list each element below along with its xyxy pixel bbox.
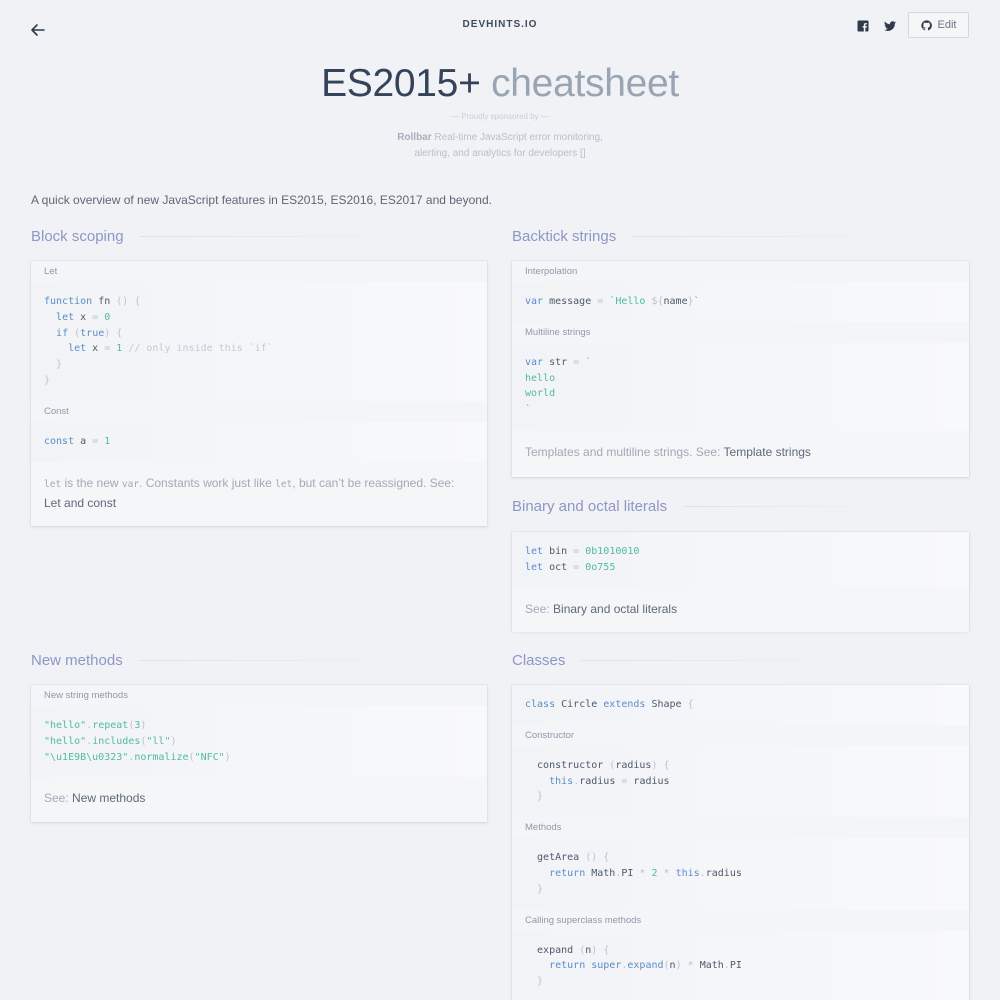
code-block-let: function fn () { let x = 0 if (true) { l… <box>31 282 487 401</box>
subheading-superclass: Calling superclass methods <box>512 909 969 931</box>
note-backtick-strings: Templates and multiline strings. See: Te… <box>512 430 969 475</box>
note-binary-octal: See: Binary and octal literals <box>512 587 969 632</box>
section-heading: Backtick strings <box>512 228 617 245</box>
note-text: See: <box>525 601 554 616</box>
top-bar: DEVHINTS.IO Edit <box>0 0 1000 60</box>
section-heading: Classes <box>512 652 566 669</box>
classes-card: class Circle extends Shape { Constructor… <box>512 685 969 1000</box>
section-divider <box>139 236 410 237</box>
subheading-methods: Methods <box>512 817 969 839</box>
section-heading: New methods <box>31 652 123 669</box>
edit-button-label: Edit <box>937 19 957 31</box>
section-divider <box>683 506 884 507</box>
subheading-let: Let <box>31 261 487 282</box>
note-block-scoping: let is the new var. Constants work just … <box>31 461 487 525</box>
code-block-methods: getArea () { return Math.PI * 2 * this.r… <box>512 838 969 910</box>
inline-code: var <box>121 478 140 490</box>
subheading-constructor: Constructor <box>512 724 969 746</box>
page-title: ES2015+ cheatsheet <box>0 62 1000 106</box>
section-title-backtick-strings: Backtick strings <box>512 228 903 245</box>
subheading-interpolation: Interpolation <box>512 261 969 282</box>
section-divider <box>138 660 409 661</box>
inline-code: let <box>44 478 62 490</box>
page-title-sub: cheatsheet <box>491 62 679 105</box>
code-block-class-decl: class Circle extends Shape { <box>512 685 969 725</box>
page-title-main: ES2015+ <box>321 62 481 105</box>
binary-octal-card: let bin = 0b1010010 let oct = 0o755 See:… <box>512 532 969 632</box>
intro-text: A quick overview of new JavaScript featu… <box>31 193 492 207</box>
link-template-strings[interactable]: Template strings <box>724 445 811 459</box>
code-block-interpolation: var message = `Hello ${name}` <box>512 282 969 322</box>
note-text: . Constants work just like <box>139 475 276 490</box>
site-brand[interactable]: DEVHINTS.IO <box>0 19 1000 30</box>
note-text: is the new <box>61 475 122 490</box>
section-title-classes: Classes <box>512 652 852 669</box>
section-divider <box>581 660 852 661</box>
code-block-binary-octal: let bin = 0b1010010 let oct = 0o755 <box>512 532 969 588</box>
section-heading: Block scoping <box>31 228 124 245</box>
sponsor-name: Rollbar <box>397 132 432 143</box>
section-title-block-scoping: Block scoping <box>31 228 410 245</box>
section-title-new-methods: New methods <box>31 652 409 669</box>
inline-code: let <box>275 478 293 490</box>
backtick-strings-card: Interpolation var message = `Hello ${nam… <box>512 261 969 477</box>
link-let-and-const[interactable]: Let and const <box>44 496 116 510</box>
sponsor-text: Real-time JavaScript error monitoring, a… <box>414 132 603 159</box>
code-block-const: const a = 1 <box>31 421 487 462</box>
code-block-new-methods: "hello".repeat(3) "hello".includes("ll")… <box>31 706 487 778</box>
code-block-constructor: constructor (radius) { this.radius = rad… <box>512 745 969 818</box>
twitter-icon[interactable] <box>882 18 898 34</box>
new-methods-card: New string methods "hello".repeat(3) "he… <box>31 685 487 822</box>
code-block-superclass: expand (n) { return super.expand(n) * Ma… <box>512 930 969 1000</box>
section-title-binary-octal: Binary and octal literals <box>512 498 884 515</box>
link-binary-octal[interactable]: Binary and octal literals <box>553 602 677 616</box>
note-text: , but can’t be reassigned. See: <box>292 475 455 490</box>
sponsor-heading: — Proudly sponsored by — <box>451 112 549 121</box>
note-text: Templates and multiline strings. See: <box>525 444 724 459</box>
sponsor-ad[interactable]: Rollbar Real-time JavaScript error monit… <box>390 130 610 162</box>
block-scoping-card: Let function fn () { let x = 0 if (true)… <box>31 261 487 526</box>
edit-button[interactable]: Edit <box>908 12 969 38</box>
github-icon <box>920 19 932 30</box>
subheading-multiline: Multiline strings <box>512 321 969 343</box>
note-new-methods: See: New methods <box>31 777 487 822</box>
note-text: See: <box>44 791 73 806</box>
code-block-multiline: var str = ` hello world ` <box>512 342 969 431</box>
section-divider <box>632 236 903 237</box>
section-heading: Binary and octal literals <box>512 498 668 515</box>
facebook-icon[interactable] <box>855 18 871 34</box>
subheading-const: Const <box>31 400 487 422</box>
subheading-string-methods: New string methods <box>31 685 487 706</box>
link-new-methods[interactable]: New methods <box>72 791 145 805</box>
